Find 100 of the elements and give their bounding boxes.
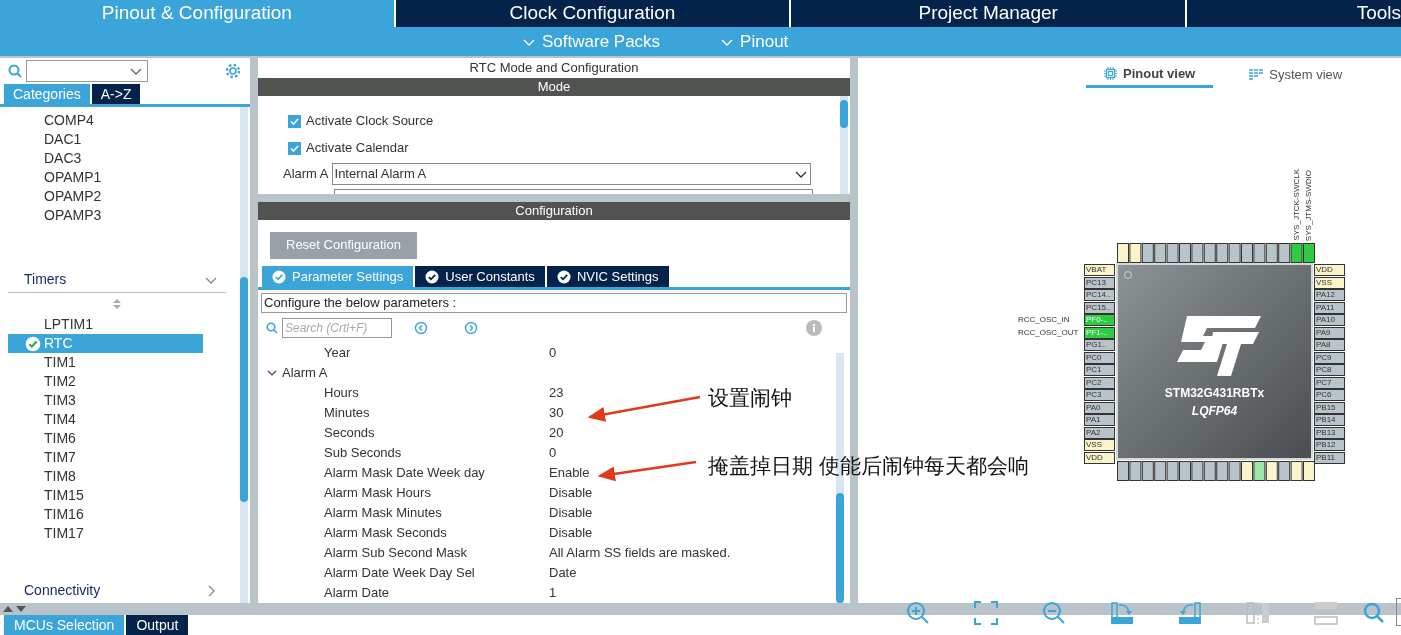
list-icon: [1249, 69, 1264, 81]
pin[interactable]: PA9: [1314, 326, 1345, 339]
pin[interactable]: PC1: [1084, 364, 1115, 376]
sidebar-item[interactable]: TIM4: [8, 410, 203, 429]
check-icon: [272, 269, 286, 284]
pin[interactable]: PC2: [1084, 376, 1115, 389]
parameter-value: Date: [549, 564, 577, 583]
scrollbar-thumb[interactable]: [840, 99, 848, 128]
bottom-tab[interactable]: Output: [126, 615, 189, 635]
pin[interactable]: PA2: [1084, 426, 1115, 439]
parameter-value: 30: [549, 404, 564, 423]
sidebar-item[interactable]: TIM1: [8, 353, 203, 372]
sidebar-item[interactable]: TIM8: [8, 467, 203, 486]
previous-icon[interactable]: [414, 321, 428, 335]
pin[interactable]: PC8: [1314, 364, 1345, 376]
sidebar-item[interactable]: DAC1: [8, 130, 203, 149]
sort-arrows-icon[interactable]: [112, 298, 122, 310]
parameter-value: 0: [549, 444, 557, 463]
fit-screen-icon[interactable]: [974, 601, 998, 625]
parameter-label: Seconds: [324, 424, 375, 443]
sidebar-item[interactable]: COMP4: [8, 111, 203, 130]
info-icon[interactable]: [806, 320, 822, 336]
view-tab[interactable]: Pinout view: [1086, 62, 1214, 88]
scrollbar-thumb[interactable]: [240, 277, 248, 502]
check-icon: [556, 269, 571, 284]
pin[interactable]: PA8: [1314, 339, 1345, 351]
category-header[interactable]: Timers: [8, 267, 226, 293]
rotate-left-icon[interactable]: [1178, 601, 1202, 625]
view-tab[interactable]: System view: [1231, 62, 1361, 88]
checkbox[interactable]: [288, 141, 301, 155]
nav-tab[interactable]: Tools: [1187, 0, 1401, 27]
nav-tab[interactable]: Project Manager: [791, 0, 1185, 27]
pin[interactable]: PC9: [1314, 351, 1345, 364]
chip-package: LQFP64: [1191, 402, 1238, 420]
pin[interactable]: PA1: [1084, 414, 1115, 426]
scrollbar-thumb[interactable]: [836, 493, 844, 603]
sidebar-item[interactable]: TIM7: [8, 448, 203, 467]
pin[interactable]: PB14: [1314, 414, 1345, 426]
checkbox-label: Activate Clock Source: [306, 112, 434, 131]
flip-horizontal-icon[interactable]: [1314, 601, 1338, 625]
sidebar-item[interactable]: TIM2: [8, 372, 203, 391]
pin[interactable]: VSS: [1314, 276, 1345, 289]
pin[interactable]: PG1..: [1084, 339, 1115, 351]
sidebar-item[interactable]: OPAMP2: [8, 187, 203, 206]
pin[interactable]: PC6: [1314, 389, 1345, 401]
filter-dropdown[interactable]: [26, 60, 148, 82]
zoom-in-icon[interactable]: [906, 601, 930, 625]
parameter-value: Disable: [549, 504, 593, 523]
pin[interactable]: PC7: [1314, 376, 1345, 389]
pin[interactable]: PB13: [1314, 426, 1345, 439]
next-icon[interactable]: [464, 321, 478, 335]
category-header[interactable]: Connectivity: [8, 577, 226, 603]
nav-tab[interactable]: Clock Configuration: [395, 0, 790, 27]
check-icon: [425, 269, 440, 284]
pin[interactable]: PB11: [1314, 451, 1345, 464]
sidebar-item[interactable]: TIM15: [8, 486, 203, 505]
search-icon[interactable]: [8, 64, 22, 78]
search-icon[interactable]: [1362, 601, 1386, 625]
sidebar-item[interactable]: TIM17: [8, 524, 203, 543]
rotate-right-icon[interactable]: [1110, 601, 1134, 625]
config-tab[interactable]: User Constants: [415, 266, 545, 287]
collapse-arrows-icon[interactable]: [2, 605, 28, 613]
signal-label: RCC_OSC_OUT: [1018, 326, 1079, 339]
filter-tab[interactable]: A->Z: [91, 84, 141, 104]
pin[interactable]: VBAT: [1084, 264, 1115, 276]
pin[interactable]: PC14..: [1084, 289, 1115, 301]
parameter-label: Minutes: [324, 404, 370, 423]
search-field[interactable]: Search (Crtl+F): [282, 318, 392, 338]
annotation-text: 设置闹钟: [708, 385, 792, 411]
collapse-icon[interactable]: [266, 368, 278, 378]
parameter-value: 23: [549, 384, 564, 403]
config-tab[interactable]: NVIC Settings: [546, 266, 669, 287]
pin[interactable]: PB15: [1314, 401, 1345, 414]
flip-vertical-icon[interactable]: [1246, 601, 1270, 625]
pin[interactable]: PB12: [1314, 439, 1345, 451]
sidebar-item[interactable]: TIM3: [8, 391, 203, 410]
pin[interactable]: PA0: [1084, 401, 1115, 414]
sidebar-item[interactable]: DAC3: [8, 149, 203, 168]
zoom-out-icon[interactable]: [1042, 601, 1066, 625]
pin[interactable]: VSS: [1084, 439, 1115, 451]
sidebar-item[interactable]: OPAMP1: [8, 168, 203, 187]
pin[interactable]: PA10: [1314, 314, 1345, 326]
parameter-label: Alarm Date: [324, 584, 390, 603]
pin[interactable]: PA12: [1314, 289, 1345, 301]
sidebar-item[interactable]: OPAMP3: [8, 206, 203, 225]
pin[interactable]: VDD: [1314, 264, 1345, 276]
alarm-select[interactable]: Internal Alarm A: [331, 162, 811, 185]
pin[interactable]: PC0: [1084, 351, 1115, 364]
parameter-label: Alarm Mask Date Week day: [324, 464, 485, 483]
pin[interactable]: PC13: [1084, 276, 1115, 289]
pin[interactable]: PC15..: [1084, 301, 1115, 314]
sidebar-item[interactable]: TIM6: [8, 429, 203, 448]
checkbox[interactable]: [288, 114, 301, 128]
pin[interactable]: PA11: [1314, 301, 1345, 314]
pin[interactable]: VDD: [1084, 451, 1115, 464]
pin[interactable]: PC3: [1084, 389, 1115, 401]
settings-icon[interactable]: [224, 62, 242, 80]
sidebar-item[interactable]: LPTIM1: [8, 315, 203, 334]
parameter-value: All Alarm SS fields are masked.: [549, 544, 731, 563]
sidebar-item[interactable]: TIM16: [8, 505, 203, 524]
